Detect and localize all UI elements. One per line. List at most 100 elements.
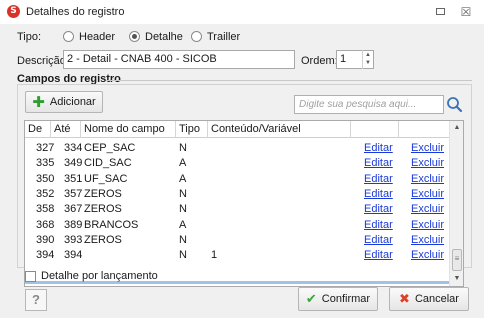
check-icon: ✔ [305, 291, 317, 307]
edit-link[interactable]: Editar [364, 141, 398, 156]
ordem-label: Ordem: [301, 55, 338, 67]
cell-ate: 367 [64, 203, 83, 216]
col-nome[interactable]: Nome do campo [81, 121, 176, 138]
spin-up-icon[interactable]: ▲ [363, 51, 373, 59]
cell-tipo: A [179, 172, 187, 185]
cell-ate: 393 [64, 233, 83, 246]
cell-nome: UF_SAC [84, 172, 128, 185]
cell-tipo: N [179, 233, 187, 246]
table-row[interactable]: 358 367 ZEROS N Editar Excluir [25, 202, 449, 217]
cancel-x-icon: ✖ [399, 291, 410, 307]
radio-header-label[interactable]: Header [79, 31, 115, 43]
radio-trailler-label[interactable]: Trailler [207, 31, 240, 43]
delete-link[interactable]: Excluir [411, 187, 447, 202]
cell-ate: 394 [64, 249, 83, 262]
add-button-label: Adicionar [49, 96, 96, 108]
cell-ate: 351 [64, 172, 83, 185]
edit-link[interactable]: Editar [364, 172, 398, 187]
add-button[interactable]: ✚ Adicionar [25, 91, 103, 113]
cell-tipo: N [179, 203, 187, 216]
descricao-label: Descrição: [17, 55, 69, 67]
edit-link[interactable]: Editar [364, 233, 398, 248]
cell-ate: 334 [64, 142, 83, 154]
cell-ate: 349 [64, 157, 83, 170]
radio-header[interactable] [63, 31, 74, 42]
radio-trailler[interactable] [191, 31, 202, 42]
cancel-button-label: Cancelar [414, 293, 459, 305]
ordem-value: 1 [340, 53, 347, 65]
cell-de: 390 [36, 233, 54, 246]
edit-link[interactable]: Editar [364, 248, 398, 263]
confirm-button[interactable]: ✔ Confirmar [298, 287, 378, 311]
search-icon[interactable] [445, 94, 465, 115]
cancel-button[interactable]: ✖ Cancelar [389, 287, 469, 311]
fields-table: De Até Nome do campo Tipo Conteúdo/Variá… [24, 120, 464, 287]
tipo-label: Tipo: [17, 31, 42, 43]
delete-link[interactable]: Excluir [411, 248, 447, 263]
table-row[interactable]: 394 394 N 1 Editar Excluir [25, 248, 449, 263]
table-row[interactable]: 352 357 ZEROS N Editar Excluir [25, 187, 449, 202]
restore-icon[interactable] [432, 4, 448, 20]
cell-de: 358 [36, 203, 54, 216]
col-editar [351, 121, 399, 138]
edit-link[interactable]: Editar [364, 218, 398, 233]
ordem-spin-buttons[interactable]: ▲ ▼ [362, 50, 373, 69]
cell-de: 394 [36, 249, 54, 262]
delete-link[interactable]: Excluir [411, 172, 447, 187]
table-row[interactable]: 335 349 CID_SAC A Editar Excluir [25, 156, 449, 171]
cell-de: 327 [36, 142, 54, 154]
radio-detalhe-label[interactable]: Detalhe [145, 31, 183, 43]
cell-ate: 389 [64, 218, 83, 231]
col-conteudo[interactable]: Conteúdo/Variável [208, 121, 351, 138]
delete-link[interactable]: Excluir [411, 202, 447, 217]
help-button[interactable]: ? [25, 289, 47, 311]
scroll-up-icon[interactable]: ▲ [452, 124, 462, 131]
cell-tipo: A [179, 218, 187, 231]
cell-tipo: N [179, 187, 187, 200]
cell-nome: ZEROS [84, 187, 122, 200]
col-ate[interactable]: Até [51, 121, 81, 138]
scroll-down-icon[interactable]: ▼ [452, 275, 462, 282]
col-excluir [399, 121, 449, 138]
delete-link[interactable]: Excluir [411, 156, 447, 171]
cell-de: 368 [36, 218, 54, 231]
cell-de: 335 [36, 157, 54, 170]
delete-link[interactable]: Excluir [411, 141, 447, 156]
edit-link[interactable]: Editar [364, 156, 398, 171]
title-bar: S Detalhes do registro ☒ [0, 0, 484, 24]
table-row[interactable]: 390 393 ZEROS N Editar Excluir [25, 233, 449, 248]
table-row[interactable]: 327 334 CEP_SAC N Editar Excluir [25, 141, 449, 156]
confirm-button-label: Confirmar [321, 293, 371, 305]
descricao-input[interactable]: 2 - Detail - CNAB 400 - SICOB [63, 50, 295, 69]
vertical-scrollbar[interactable]: ▲ ≡ ▼ [449, 121, 463, 286]
radio-detalhe[interactable] [129, 31, 140, 42]
edit-link[interactable]: Editar [364, 202, 398, 217]
window-title: Detalhes do registro [26, 6, 125, 18]
cell-tipo: A [179, 157, 187, 170]
cell-nome: ZEROS [84, 203, 122, 216]
spin-down-icon[interactable]: ▼ [363, 59, 373, 67]
cell-nome: ZEROS [84, 233, 122, 246]
cell-de: 352 [36, 187, 54, 200]
search-input[interactable]: Digite sua pesquisa aqui... [294, 95, 444, 114]
cell-nome: BRANCOS [84, 218, 139, 231]
scroll-thumb[interactable]: ≡ [452, 249, 462, 271]
detalhe-lancamento-label[interactable]: Detalhe por lançamento [41, 270, 158, 282]
col-de[interactable]: De [25, 121, 51, 138]
app-icon: S [7, 5, 20, 18]
cell-nome: CID_SAC [84, 157, 132, 170]
close-icon[interactable]: ☒ [458, 4, 474, 20]
delete-link[interactable]: Excluir [411, 233, 447, 248]
detalhe-lancamento-checkbox[interactable] [25, 271, 36, 282]
table-header: De Até Nome do campo Tipo Conteúdo/Variá… [25, 121, 449, 138]
plus-icon: ✚ [32, 93, 45, 111]
table-row[interactable]: 368 389 BRANCOS A Editar Excluir [25, 218, 449, 233]
cell-nome: CEP_SAC [84, 142, 136, 154]
delete-link[interactable]: Excluir [411, 218, 447, 233]
cell-de: 350 [36, 172, 54, 185]
col-tipo[interactable]: Tipo [176, 121, 208, 138]
edit-link[interactable]: Editar [364, 187, 398, 202]
table-row[interactable]: 350 351 UF_SAC A Editar Excluir [25, 172, 449, 187]
cell-ate: 357 [64, 187, 83, 200]
section-divider [106, 80, 472, 81]
